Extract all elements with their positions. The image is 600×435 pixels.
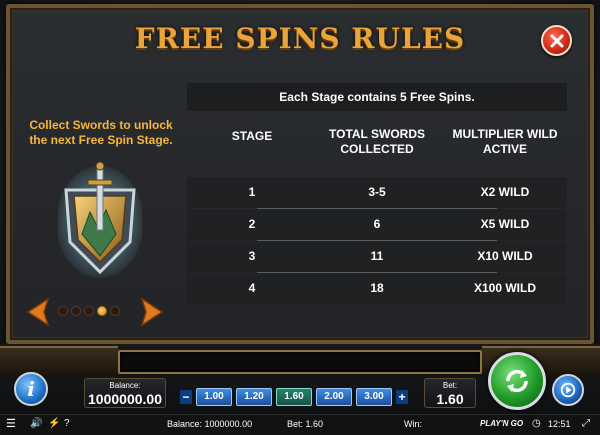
next-page-arrow-icon[interactable] xyxy=(138,297,166,327)
bet-label: Bet: xyxy=(442,381,458,390)
spin-button[interactable] xyxy=(488,352,546,410)
page-dot-active xyxy=(97,306,107,316)
bet-option[interactable]: 2.00 xyxy=(316,388,352,406)
balance-value: 1000000.00 xyxy=(88,391,162,407)
table-row: 3 11 X10 WILD xyxy=(187,241,567,272)
help-icon[interactable]: ? xyxy=(64,418,70,429)
status-time: 12:51 xyxy=(548,419,571,429)
menu-icon[interactable]: ☰ xyxy=(6,417,16,430)
bet-option[interactable]: 3.00 xyxy=(356,388,392,406)
clock-icon: ◷ xyxy=(532,418,541,429)
previous-page-arrow-icon[interactable] xyxy=(24,297,52,327)
fullscreen-icon[interactable]: ⤢ xyxy=(582,418,590,429)
collect-swords-text: Collect Swords to unlock the next Free S… xyxy=(29,118,173,147)
sword-shield-icon xyxy=(58,161,142,278)
header-stage: STAGE xyxy=(231,129,273,143)
sound-icon[interactable]: 🔊 xyxy=(30,418,42,429)
status-bar: ☰ 🔊 ⚡ ? Balance: 1000000.00 Bet: 1.60 Wi… xyxy=(0,414,600,435)
header-multiplier-wild: MULTIPLIER WILD ACTIVE xyxy=(452,127,558,156)
close-icon xyxy=(550,34,563,47)
bet-decrease-button[interactable]: − xyxy=(180,390,192,404)
status-win: Win: xyxy=(404,419,422,429)
bet-option[interactable]: 1.00 xyxy=(196,388,232,406)
cell-stage: 4 xyxy=(248,281,256,295)
brand-logo: PLAY'N GO xyxy=(480,419,524,428)
cell-swords: 6 xyxy=(373,217,381,231)
table-row: 4 18 X100 WILD xyxy=(187,273,567,304)
cell-stage: 1 xyxy=(248,185,256,199)
close-button[interactable] xyxy=(541,25,572,56)
page-dot xyxy=(58,306,68,316)
cell-multiplier: X100 WILD xyxy=(473,281,536,295)
bet-selector: − 1.00 1.20 1.60 2.00 3.00 + xyxy=(180,388,412,406)
table-row: 2 6 X5 WILD xyxy=(187,209,567,240)
page-dot xyxy=(84,306,94,316)
free-spins-note: Each Stage contains 5 Free Spins. xyxy=(187,83,567,111)
cell-multiplier: X10 WILD xyxy=(477,249,533,263)
table-row: 1 3-5 X2 WILD xyxy=(187,177,567,208)
autoplay-icon xyxy=(560,382,576,398)
page-dot xyxy=(71,306,81,316)
bet-option[interactable]: 1.20 xyxy=(236,388,272,406)
cell-stage: 3 xyxy=(248,249,256,263)
status-bet: Bet: 1.60 xyxy=(287,419,324,429)
left-ornament xyxy=(0,346,118,376)
bet-option-selected[interactable]: 1.60 xyxy=(276,388,312,406)
table-header: STAGE TOTAL SWORDS COLLECTED MULTIPLIER … xyxy=(187,119,567,163)
turbo-icon[interactable]: ⚡ xyxy=(48,418,60,429)
status-balance: Balance: 1000000.00 xyxy=(167,419,253,429)
bet-panel: Bet: 1.60 xyxy=(424,378,476,408)
page-dot xyxy=(110,306,120,316)
cell-swords: 3-5 xyxy=(368,185,386,199)
header-total-swords: TOTAL SWORDS COLLECTED xyxy=(329,127,425,156)
balance-panel: Balance: 1000000.00 xyxy=(84,378,166,408)
cell-multiplier: X2 WILD xyxy=(480,185,530,199)
cell-multiplier: X5 WILD xyxy=(480,217,530,231)
balance-label: Balance: xyxy=(109,381,141,390)
message-display xyxy=(118,350,482,374)
cell-stage: 2 xyxy=(248,217,256,231)
cell-swords: 18 xyxy=(370,281,384,295)
cell-swords: 11 xyxy=(370,249,384,263)
info-button[interactable]: i xyxy=(14,372,48,406)
bet-value: 1.60 xyxy=(436,391,464,407)
game-screen: FREE SPINS RULES Collect Swords to unloc… xyxy=(0,0,600,435)
bet-increase-button[interactable]: + xyxy=(396,390,408,404)
info-icon: i xyxy=(27,377,35,401)
rules-table: Each Stage contains 5 Free Spins. STAGE … xyxy=(187,83,567,305)
autoplay-button[interactable] xyxy=(552,374,584,406)
spin-arrows-icon xyxy=(506,369,528,393)
page-indicator xyxy=(58,306,134,316)
page-title: FREE SPINS RULES xyxy=(134,22,466,55)
